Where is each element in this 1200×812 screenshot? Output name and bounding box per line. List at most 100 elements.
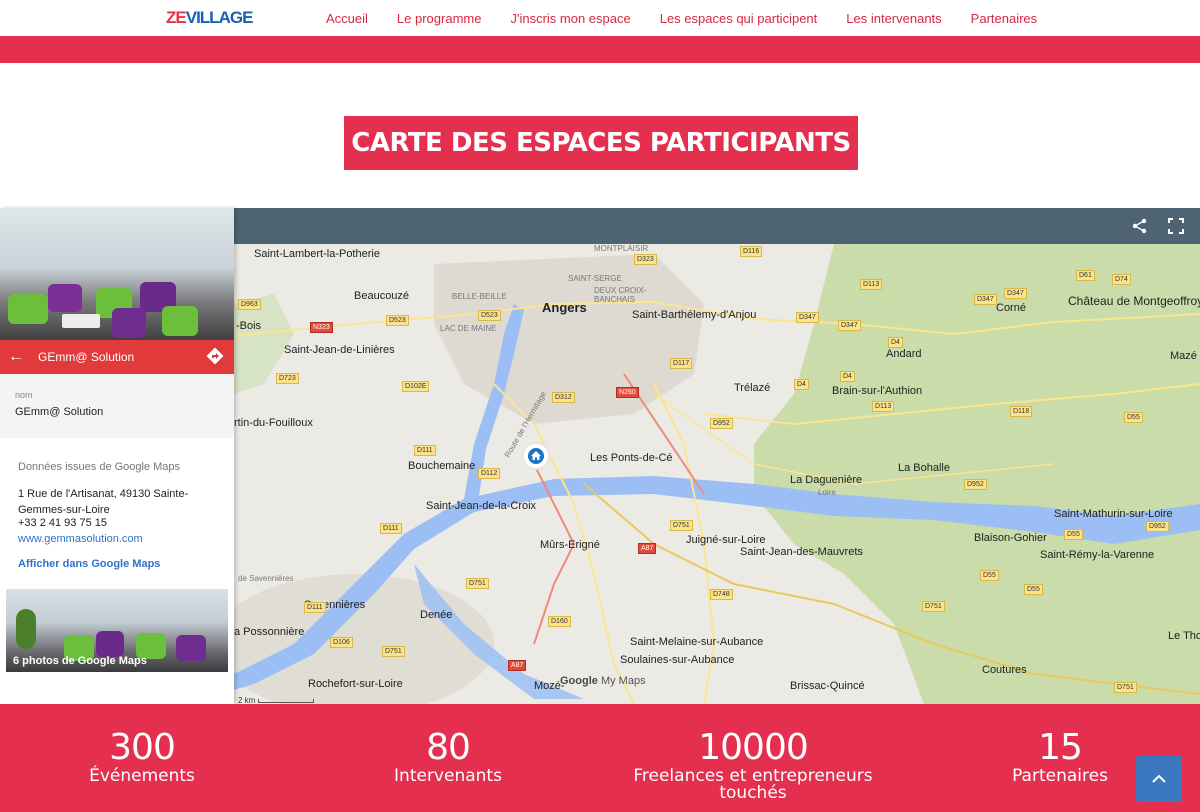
label-lac-de-maine: LAC DE MAINE — [440, 324, 497, 333]
road-d74: D74 — [1112, 274, 1131, 285]
stat-number: 300 — [109, 727, 176, 768]
road-d55a: D55 — [1124, 412, 1143, 423]
place-website-link[interactable]: www.gemmasolution.com — [18, 533, 143, 545]
road-d4a: D4 — [888, 337, 903, 348]
source-label: Données issues de Google Maps — [18, 461, 181, 473]
label-brain: Brain-sur-l'Authion — [832, 385, 923, 397]
road-d118: D118 — [1010, 406, 1033, 417]
road-d312: D312 — [552, 392, 575, 403]
nav-inscris[interactable]: J'inscris mon espace — [510, 11, 630, 26]
road-d963: D963 — [238, 299, 261, 310]
road-d55c: D55 — [980, 570, 999, 581]
place-phone: +33 2 41 93 75 15 — [18, 517, 107, 529]
location-pin[interactable] — [522, 442, 550, 470]
road-d113b: D113 — [872, 401, 895, 412]
label-la-daguenieres: La Daguenière — [790, 474, 863, 486]
label-juigne: Juigné-sur-Loire — [686, 534, 766, 546]
road-d952c: D952 — [1146, 521, 1169, 532]
label-possonniere: a Possonnière — [234, 626, 305, 638]
label-bouchemaine: Bouchemaine — [408, 460, 476, 472]
label-loire: Loire — [818, 488, 836, 497]
label-montgeoffroy: Château de Montgeoffroy — [1068, 294, 1200, 308]
map-scale: 2 km — [238, 696, 256, 704]
nav-accueil[interactable]: Accueil — [326, 11, 368, 26]
label-corne: Corné — [996, 302, 1026, 314]
road-d4c: D4 — [840, 371, 855, 382]
map-toolbar — [234, 208, 1200, 244]
fullscreen-icon[interactable] — [1167, 217, 1185, 235]
scroll-top-button[interactable] — [1136, 756, 1182, 802]
road-d347c: D347 — [974, 294, 997, 305]
label-coutures: Coutures — [982, 664, 1027, 676]
label-rtin-fouilloux: rtin-du-Fouilloux — [234, 417, 313, 429]
road-d4b: D4 — [794, 379, 809, 390]
road-d952a: D952 — [710, 418, 733, 429]
stat-label: Partenaires — [1012, 766, 1108, 786]
share-icon[interactable] — [1131, 217, 1149, 235]
label-le-thoure: Le Thoure — [1168, 630, 1200, 642]
home-icon — [528, 448, 544, 464]
logo-left: ZE — [166, 8, 187, 27]
road-d323: D323 — [634, 254, 657, 265]
road-d751d: D751 — [922, 601, 945, 612]
name-field: nom GEmm@ Solution — [0, 374, 234, 438]
chevron-up-icon — [1152, 774, 1166, 783]
place-name: GEmm@ Solution — [38, 350, 135, 364]
label-brissac: Brissac-Quincé — [790, 680, 865, 692]
nav-partenaires[interactable]: Partenaires — [971, 11, 1037, 26]
road-d106: D106 — [330, 637, 353, 648]
stat-number: 80 — [426, 727, 471, 768]
nav-programme[interactable]: Le programme — [397, 11, 482, 26]
label-andard: Andard — [886, 348, 922, 360]
label-saint-remy: Saint-Rémy-la-Varenne — [1040, 549, 1155, 561]
road-d61: D61 — [1076, 270, 1095, 281]
my-maps-label: My Maps — [600, 675, 646, 687]
google-attribution: Google My Maps — [560, 675, 646, 687]
stat-label: Événements — [89, 766, 195, 786]
nav-intervenants[interactable]: Les intervenants — [846, 11, 941, 26]
directions-icon[interactable] — [206, 347, 224, 365]
road-d523b: D523 — [478, 310, 501, 321]
google-map[interactable]: Angers MONTPLAISIR SAINT-SERGE DEUX CROI… — [234, 244, 1200, 704]
label-beaucouze: Beaucouzé — [354, 290, 410, 302]
photos-thumbnail[interactable]: 6 photos de Google Maps — [6, 589, 228, 672]
road-d160: D160 — [548, 616, 571, 627]
show-in-gmaps-link[interactable]: Afficher dans Google Maps — [18, 558, 160, 570]
label-ponts-de-ce: Les Ponts-de-Cé — [590, 452, 673, 464]
road-d111c: D111 — [304, 602, 326, 613]
google-logo: Google — [560, 675, 598, 687]
label-saint-jean-croix: Saint-Jean-de-la-Croix — [426, 500, 537, 512]
label-bois: -Bois — [236, 320, 262, 332]
road-d347d: D347 — [1004, 288, 1027, 299]
road-d723: D723 — [276, 373, 299, 384]
main-menu: Accueil Le programme J'inscris mon espac… — [326, 11, 1037, 26]
road-d751c: D751 — [382, 646, 405, 657]
logo[interactable]: ZEVILLAGE — [166, 8, 253, 28]
label-saint-jean-lin: Saint-Jean-de-Linières — [284, 344, 395, 356]
label-saint-lambert: Saint-Lambert-la-Potherie — [254, 248, 380, 260]
nav-espaces[interactable]: Les espaces qui participent — [660, 11, 818, 26]
label-murs: Mûrs-Erigné — [540, 539, 600, 551]
road-d751b: D751 — [466, 578, 489, 589]
map-section: Angers MONTPLAISIR SAINT-SERGE DEUX CROI… — [0, 208, 1200, 704]
stat-freelances: 10000 Freelances et entrepreneurs touché… — [628, 728, 878, 802]
label-saint-serge: SAINT-SERGE — [568, 274, 622, 283]
back-arrow-icon[interactable]: ← — [8, 348, 24, 366]
label-sur-savennieres: de Savennières — [238, 574, 294, 583]
label-la-bohalle: La Bohalle — [898, 462, 950, 474]
road-d751a: D751 — [670, 520, 693, 531]
stat-number: 10000 — [698, 727, 809, 768]
field-value: GEmm@ Solution — [15, 406, 104, 418]
label-saint-jean-mauvrets: Saint-Jean-des-Mauvrets — [740, 546, 863, 558]
road-d55b: D55 — [1064, 529, 1083, 540]
label-belle-beille: BELLE-BEILLE — [452, 292, 507, 301]
stats-section: 300 Événements 80 Intervenants 10000 Fre… — [0, 704, 1200, 812]
label-saint-barth: Saint-Barthélemy-d'Anjou — [632, 309, 757, 321]
stat-number: 15 — [1038, 727, 1083, 768]
place-photo[interactable] — [0, 208, 234, 340]
label-rochefort: Rochefort-sur-Loire — [308, 678, 403, 690]
road-d523a: D523 — [386, 315, 409, 326]
place-address: 1 Rue de l'Artisanat, 49130 Sainte-Gemme… — [18, 488, 189, 516]
top-nav: ZEVILLAGE Accueil Le programme J'inscris… — [0, 0, 1200, 36]
road-d117: D117 — [670, 358, 693, 369]
